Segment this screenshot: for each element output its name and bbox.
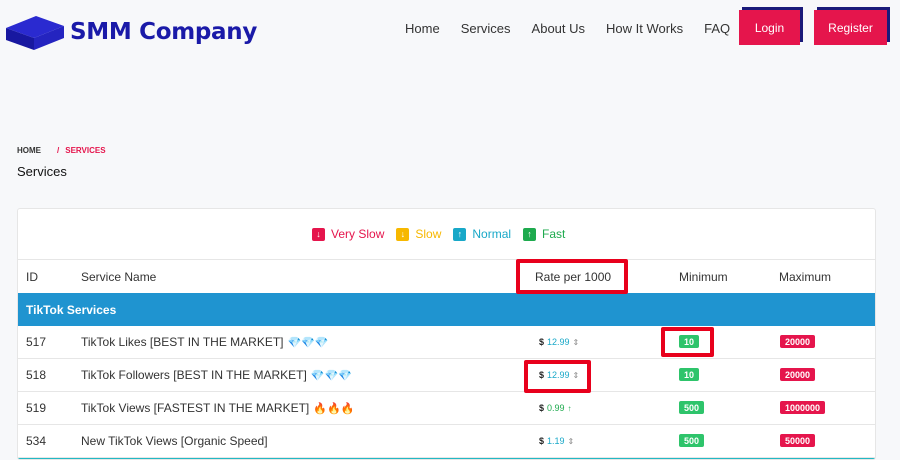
service-id: 517 (26, 335, 47, 349)
legend-label: Very Slow (331, 227, 385, 241)
table-row[interactable]: 519 TikTok Views [FASTEST IN THE MARKET]… (18, 392, 875, 425)
service-name-text: TikTok Likes [BEST IN THE MARKET] (81, 335, 284, 349)
table-row[interactable]: 517 TikTok Likes [BEST IN THE MARKET] 💎💎… (18, 326, 875, 359)
highlight-minimum-value (661, 327, 714, 357)
brand-logo[interactable]: SMM Company (6, 14, 257, 50)
service-name: TikTok Likes [BEST IN THE MARKET] 💎💎💎 (81, 335, 329, 349)
legend-very-slow: ↓ Very Slow (312, 227, 384, 241)
logo-cube-icon (6, 16, 64, 50)
max-badge: 1000000 (780, 401, 826, 414)
arrow-down-icon: ↓ (396, 227, 410, 241)
nav-about-us[interactable]: About Us (532, 21, 585, 36)
legend-normal: ↑ Normal (453, 227, 511, 241)
nav-services[interactable]: Services (461, 21, 511, 36)
highlight-rate-header (516, 259, 628, 294)
table-row[interactable]: 518 TikTok Followers [BEST IN THE MARKET… (18, 359, 875, 392)
service-id: 519 (26, 401, 47, 415)
brand-name: SMM Company (70, 19, 258, 45)
min-badge: 500 (679, 401, 705, 414)
rate-value: 1.19 (547, 436, 565, 446)
max-badge: 20000 (780, 335, 816, 348)
service-rate: $ 0.99 ↑ (539, 403, 572, 413)
speed-legend: ↓ Very Slow ↓ Slow ↑ Normal ↑ Fast (312, 227, 577, 241)
register-button[interactable]: Register (814, 10, 887, 45)
speed-normal-icon: ⇕ (567, 436, 575, 446)
max-badge: 20000 (780, 368, 816, 381)
breadcrumb-current: SERVICES (65, 146, 106, 155)
page-title: Services (17, 164, 67, 179)
service-name: TikTok Followers [BEST IN THE MARKET] 💎💎… (81, 368, 352, 382)
login-button[interactable]: Login (739, 10, 800, 45)
currency-symbol: $ (539, 337, 545, 347)
category-label: TikTok Services (26, 303, 117, 317)
highlight-rate-value (524, 360, 591, 393)
legend-label: Normal (472, 227, 512, 241)
fire-icon: 🔥🔥🔥 (313, 402, 355, 415)
service-rate: $ 1.19 ⇕ (539, 436, 574, 446)
speed-fast-icon: ↑ (567, 403, 572, 413)
header-maximum: Maximum (779, 270, 832, 284)
service-rate: $ 12.99 ⇕ (539, 337, 579, 347)
rate-value: 0.99 (547, 403, 565, 413)
currency-symbol: $ (539, 436, 545, 446)
legend-slow: ↓ Slow (396, 227, 441, 241)
legend-label: Fast (542, 227, 566, 241)
service-name: New TikTok Views [Organic Speed] (81, 434, 268, 448)
service-name-text: New TikTok Views [Organic Speed] (81, 434, 268, 448)
min-badge: 10 (679, 368, 700, 381)
service-name-text: TikTok Followers [BEST IN THE MARKET] (81, 368, 307, 382)
max-badge: 50000 (780, 434, 816, 447)
legend-fast: ↑ Fast (523, 227, 565, 241)
header-minimum: Minimum (679, 270, 728, 284)
nav-how-it-works[interactable]: How It Works (606, 21, 683, 36)
breadcrumb-separator: / (57, 146, 60, 155)
header-id: ID (26, 270, 38, 284)
main-nav: Home Services About Us How It Works FAQ (405, 21, 751, 36)
service-id: 534 (26, 434, 47, 448)
nav-faq[interactable]: FAQ (704, 21, 730, 36)
nav-home[interactable]: Home (405, 21, 440, 36)
min-badge: 500 (679, 434, 705, 447)
site-header: SMM Company Home Services About Us How I… (0, 0, 900, 62)
arrow-down-icon: ↓ (312, 227, 325, 241)
category-row: TikTok Services (18, 293, 875, 326)
speed-normal-icon: ⇕ (572, 337, 580, 347)
table-row[interactable]: 534 New TikTok Views [Organic Speed] $ 1… (18, 425, 875, 458)
arrow-up-icon: ↑ (523, 227, 537, 241)
table-header: ID Service Name Rate per 1000 Minimum Ma… (18, 259, 875, 293)
service-id: 518 (26, 368, 47, 382)
header-service-name: Service Name (81, 270, 157, 284)
diamond-icon: 💎💎💎 (287, 336, 329, 349)
services-table-card: ↓ Very Slow ↓ Slow ↑ Normal ↑ Fast ID Se… (17, 208, 876, 460)
service-name-text: TikTok Views [FASTEST IN THE MARKET] (81, 401, 310, 415)
legend-label: Slow (415, 227, 442, 241)
breadcrumb-home[interactable]: HOME (17, 146, 41, 155)
breadcrumb: HOME / SERVICES (17, 146, 106, 155)
arrow-up-icon: ↑ (453, 227, 467, 241)
service-name: TikTok Views [FASTEST IN THE MARKET] 🔥🔥🔥 (81, 401, 354, 415)
currency-symbol: $ (539, 403, 545, 413)
rate-value: 12.99 (547, 337, 570, 347)
diamond-icon: 💎💎💎 (310, 369, 352, 382)
